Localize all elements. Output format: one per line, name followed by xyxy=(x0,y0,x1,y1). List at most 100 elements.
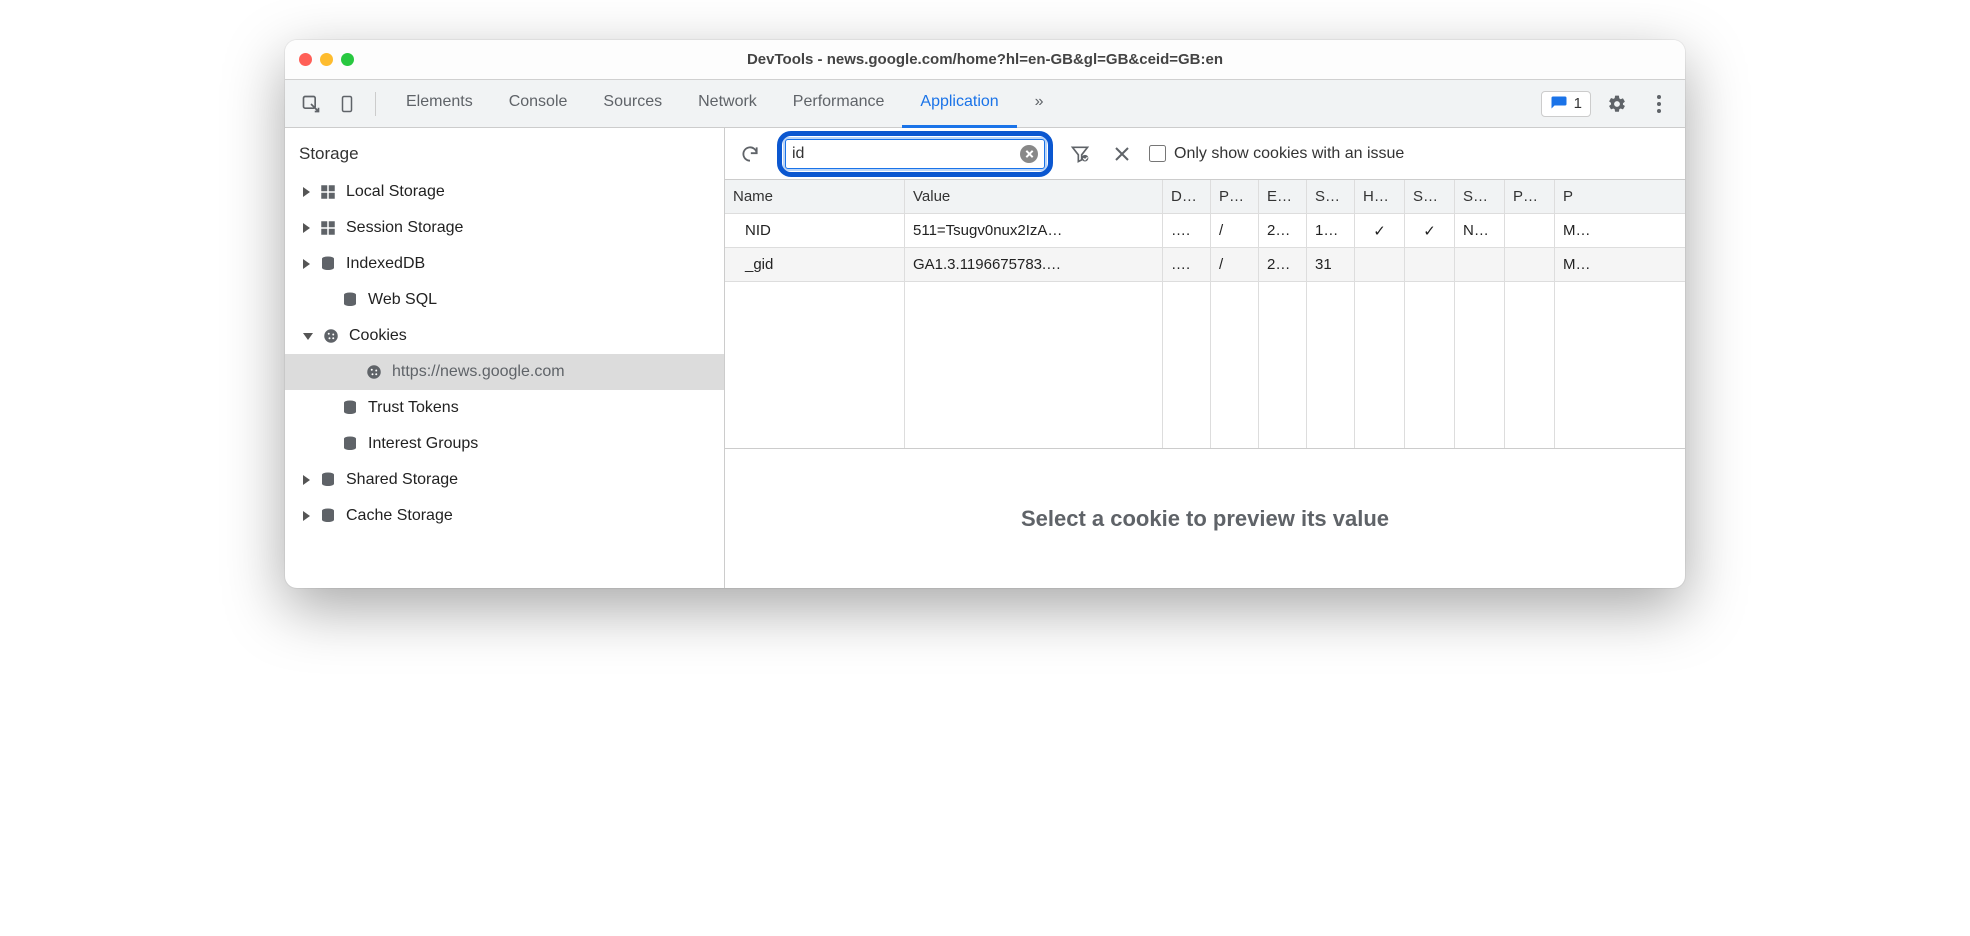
col-name[interactable]: Name xyxy=(725,180,905,213)
db-icon xyxy=(318,254,338,274)
cell: GA1.3.1196675783.… xyxy=(905,248,1163,281)
close-window-button[interactable] xyxy=(299,53,312,66)
sidebar-item-label: https://news.google.com xyxy=(392,363,565,381)
tab-network[interactable]: Network xyxy=(680,80,775,128)
db-icon xyxy=(340,398,360,418)
cookies-table: Name Value D… P… E… S… H… S… S… P… P NID… xyxy=(725,180,1685,588)
settings-icon[interactable] xyxy=(1601,88,1633,120)
col-domain[interactable]: D… xyxy=(1163,180,1211,213)
cell: NID xyxy=(725,214,905,247)
cell xyxy=(1355,248,1405,281)
clear-icon[interactable] xyxy=(1107,139,1137,169)
refresh-icon[interactable] xyxy=(735,139,765,169)
minimize-window-button[interactable] xyxy=(320,53,333,66)
db-icon xyxy=(340,434,360,454)
sidebar-item-interest-groups[interactable]: Interest Groups xyxy=(285,426,724,462)
sidebar-item-https-news-google-com[interactable]: https://news.google.com xyxy=(285,354,724,390)
cell: …. xyxy=(1163,214,1211,247)
only-issues-label: Only show cookies with an issue xyxy=(1174,145,1404,163)
clear-filter-icon[interactable] xyxy=(1020,145,1038,163)
issues-count: 1 xyxy=(1574,95,1582,112)
col-secure[interactable]: S… xyxy=(1405,180,1455,213)
col-size[interactable]: S… xyxy=(1307,180,1355,213)
db-icon xyxy=(340,290,360,310)
sidebar-item-cookies[interactable]: Cookies xyxy=(285,318,724,354)
sidebar-item-label: Interest Groups xyxy=(368,435,478,453)
cell xyxy=(1405,248,1455,281)
cell xyxy=(1505,248,1555,281)
maximize-window-button[interactable] xyxy=(341,53,354,66)
col-httponly[interactable]: H… xyxy=(1355,180,1405,213)
tab-application[interactable]: Application xyxy=(902,80,1016,128)
table-header-row: Name Value D… P… E… S… H… S… S… P… P xyxy=(725,180,1685,214)
cell: / xyxy=(1211,214,1259,247)
col-expires[interactable]: E… xyxy=(1259,180,1307,213)
more-icon[interactable] xyxy=(1643,88,1675,120)
titlebar: DevTools - news.google.com/home?hl=en-GB… xyxy=(285,40,1685,80)
sidebar-item-indexeddb[interactable]: IndexedDB xyxy=(285,246,724,282)
cell: / xyxy=(1211,248,1259,281)
tree-arrow-icon xyxy=(303,223,310,233)
table-body-spacer xyxy=(725,282,1685,448)
table-row[interactable]: NID511=Tsugv0nux2IzA……./2…1…✓✓N…M… xyxy=(725,214,1685,248)
sidebar-item-cache-storage[interactable]: Cache Storage xyxy=(285,498,724,534)
grid-icon xyxy=(318,182,338,202)
cookie-preview-placeholder: Select a cookie to preview its value xyxy=(725,448,1685,588)
tree-arrow-icon xyxy=(303,259,310,269)
cookie-icon xyxy=(321,326,341,346)
col-samesite[interactable]: S… xyxy=(1455,180,1505,213)
col-partition[interactable]: P… xyxy=(1505,180,1555,213)
col-priority[interactable]: P xyxy=(1555,180,1615,213)
sidebar-item-web-sql[interactable]: Web SQL xyxy=(285,282,724,318)
sidebar-header: Storage xyxy=(285,138,724,174)
issues-button[interactable]: 1 xyxy=(1541,91,1591,117)
sidebar-item-label: Trust Tokens xyxy=(368,399,459,417)
tab-performance[interactable]: Performance xyxy=(775,80,903,128)
sidebar-item-label: Shared Storage xyxy=(346,471,458,489)
sidebar-item-label: Cache Storage xyxy=(346,507,453,525)
tabs-overflow[interactable]: » xyxy=(1017,80,1062,128)
separator xyxy=(375,92,376,116)
db-icon xyxy=(318,506,338,526)
col-path[interactable]: P… xyxy=(1211,180,1259,213)
inspect-icon[interactable] xyxy=(295,88,327,120)
col-value[interactable]: Value xyxy=(905,180,1163,213)
traffic-lights xyxy=(299,53,354,66)
tree-arrow-icon xyxy=(303,187,310,197)
sidebar-item-label: IndexedDB xyxy=(346,255,425,273)
filter-input-wrap xyxy=(785,139,1045,169)
cell: ✓ xyxy=(1355,214,1405,247)
sidebar-item-local-storage[interactable]: Local Storage xyxy=(285,174,724,210)
sidebar-item-session-storage[interactable]: Session Storage xyxy=(285,210,724,246)
tab-console[interactable]: Console xyxy=(491,80,586,128)
cell xyxy=(1455,248,1505,281)
sidebar-item-trust-tokens[interactable]: Trust Tokens xyxy=(285,390,724,426)
cell: 31 xyxy=(1307,248,1355,281)
cell: _gid xyxy=(725,248,905,281)
sidebar-item-shared-storage[interactable]: Shared Storage xyxy=(285,462,724,498)
tab-sources[interactable]: Sources xyxy=(585,80,680,128)
cell: 1… xyxy=(1307,214,1355,247)
cell: 2… xyxy=(1259,214,1307,247)
cell: ✓ xyxy=(1405,214,1455,247)
panel-tabs: Elements Console Sources Network Perform… xyxy=(388,80,1537,128)
cell: 2… xyxy=(1259,248,1307,281)
sidebar-item-label: Local Storage xyxy=(346,183,445,201)
sidebar-item-label: Session Storage xyxy=(346,219,463,237)
device-toggle-icon[interactable] xyxy=(331,88,363,120)
only-issues-checkbox[interactable] xyxy=(1149,145,1166,162)
tree-arrow-icon xyxy=(303,475,310,485)
tree-arrow-icon xyxy=(303,333,313,340)
filter-funnel-icon[interactable] xyxy=(1065,139,1095,169)
grid-icon xyxy=(318,218,338,238)
devtools-window: DevTools - news.google.com/home?hl=en-GB… xyxy=(285,40,1685,588)
cell: M… xyxy=(1555,214,1615,247)
cookies-panel: Only show cookies with an issue Name Val… xyxy=(725,128,1685,588)
only-issues-checkbox-wrap[interactable]: Only show cookies with an issue xyxy=(1149,145,1404,163)
sidebar-item-label: Cookies xyxy=(349,327,407,345)
tab-elements[interactable]: Elements xyxy=(388,80,491,128)
table-row[interactable]: _gidGA1.3.1196675783.……./2…31M… xyxy=(725,248,1685,282)
filter-input[interactable] xyxy=(792,145,1020,163)
cookie-icon xyxy=(364,362,384,382)
filter-highlight xyxy=(777,131,1053,177)
